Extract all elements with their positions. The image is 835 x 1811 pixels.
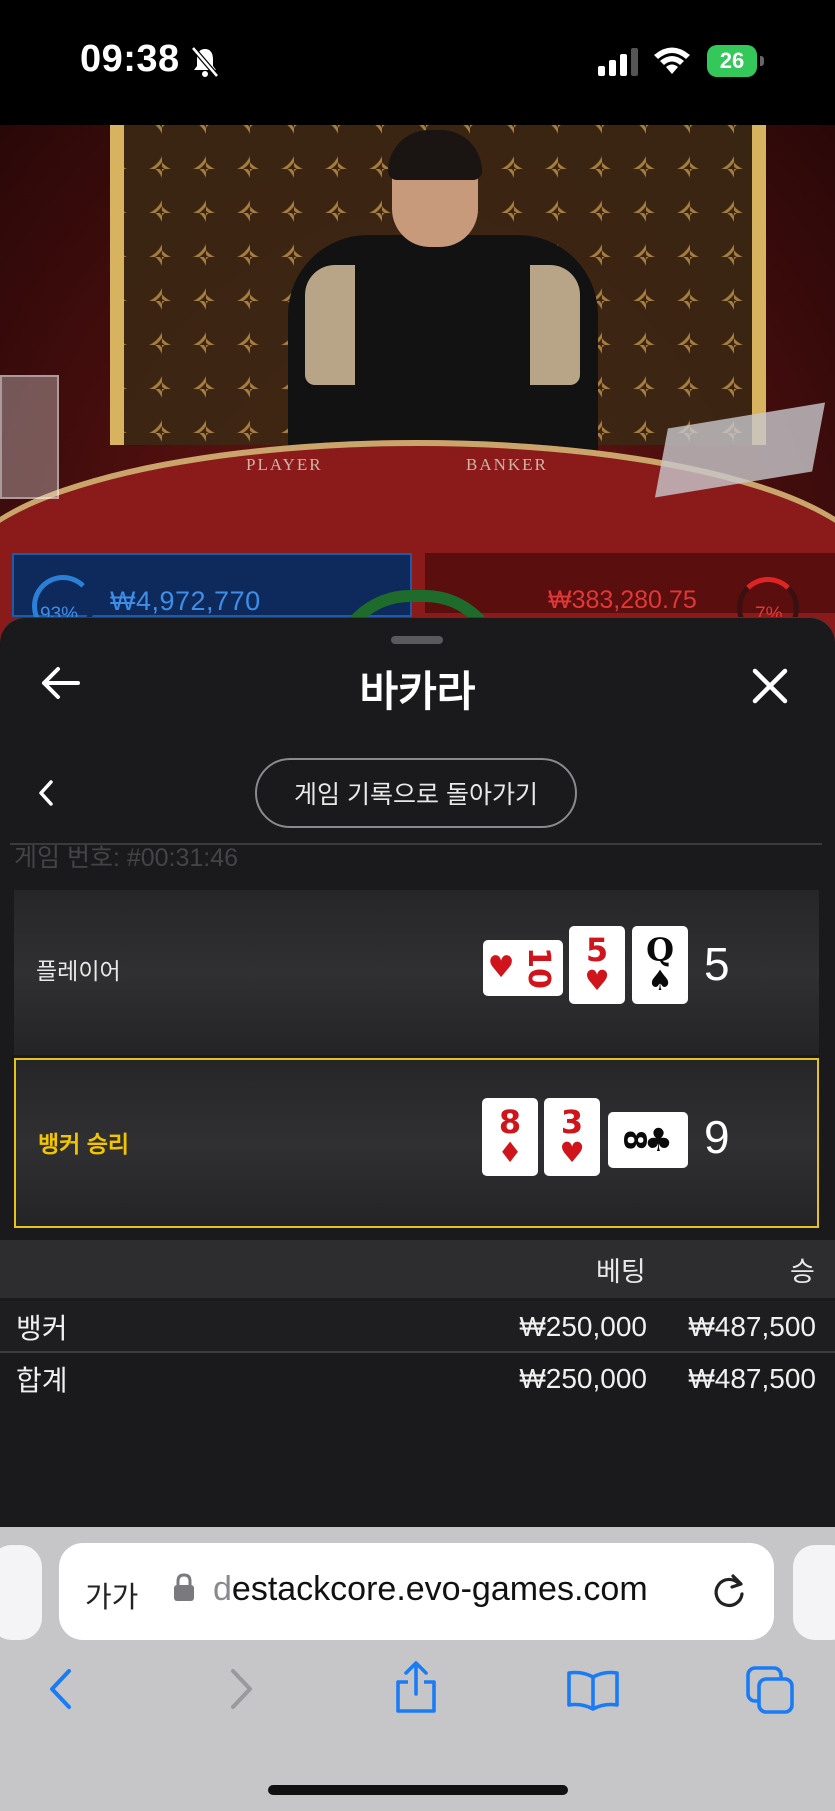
- table-banker-label: BANKER: [466, 455, 548, 474]
- column-bet: 베팅: [596, 1257, 646, 1287]
- previous-tab-preview[interactable]: [0, 1545, 42, 1640]
- total-win-amount: ₩487,500: [688, 1363, 816, 1394]
- browser-toolbar: 가가 destackcore.evo-games.com: [0, 1527, 835, 1811]
- page-settings-button[interactable]: 가가: [85, 1574, 138, 1616]
- battery-level: 26: [707, 45, 757, 77]
- bookmarks-icon[interactable]: [566, 1669, 620, 1711]
- address-bar[interactable]: 가가 destackcore.evo-games.com: [59, 1543, 774, 1640]
- tabs-icon[interactable]: [745, 1665, 795, 1715]
- divider: [10, 843, 822, 845]
- bets-table-header: 베팅 승: [0, 1240, 835, 1298]
- table-player-label: PLAYER: [246, 455, 323, 474]
- banker-total-amount: ₩383,280.75: [548, 586, 697, 614]
- reload-icon[interactable]: [711, 1572, 747, 1610]
- back-to-history-button[interactable]: 게임 기록으로 돌아가기: [255, 758, 577, 828]
- sheet-title: 바카라: [359, 668, 476, 715]
- playing-card: Q ♠: [632, 926, 688, 1004]
- player-hand-row: 플레이어 ♥ 10 5 ♥ Q ♠ 5: [14, 890, 819, 1055]
- cellular-signal-icon: [598, 48, 638, 76]
- back-icon[interactable]: [46, 1667, 76, 1711]
- bell-muted-icon: [191, 46, 219, 78]
- forward-icon[interactable]: [226, 1667, 256, 1711]
- home-indicator[interactable]: [268, 1785, 568, 1795]
- status-bar: 09:38 26: [0, 0, 835, 125]
- total-label: 합계: [16, 1365, 68, 1396]
- player-hand-label: 플레이어: [36, 958, 121, 984]
- battery-icon: 26: [707, 45, 764, 77]
- playing-card: 8 ♣: [608, 1112, 688, 1168]
- banker-result-label: 뱅커 승리: [38, 1131, 130, 1157]
- win-amount: ₩487,500: [688, 1311, 816, 1342]
- playing-card: 3 ♥: [544, 1098, 600, 1176]
- total-bet-amount: ₩250,000: [519, 1363, 647, 1394]
- playing-card: 5 ♥: [569, 926, 625, 1004]
- game-history-sheet: 바카라 게임 기록으로 돌아가기 게임 번호: #00:31:46 플레이어 ♥…: [0, 617, 835, 1528]
- chevron-left-icon[interactable]: [36, 778, 56, 808]
- next-tab-preview[interactable]: [793, 1545, 835, 1640]
- playing-card: 8 ♦: [482, 1098, 538, 1176]
- player-total-amount: ₩4,972,770: [110, 586, 261, 616]
- wifi-icon: [654, 47, 690, 74]
- status-time: 09:38: [80, 38, 180, 80]
- column-win: 승: [790, 1257, 815, 1287]
- banker-hand-row: 뱅커 승리 8 ♦ 3 ♥ 8 ♣ 9: [14, 1058, 819, 1228]
- url-text[interactable]: destackcore.evo-games.com: [213, 1570, 648, 1609]
- table-row: 뱅커 ₩250,000 ₩487,500: [0, 1301, 835, 1353]
- table-row-total: 합계 ₩250,000 ₩487,500: [0, 1353, 835, 1403]
- banker-hand-total: 9: [704, 1111, 730, 1163]
- bet-amount: ₩250,000: [519, 1311, 647, 1342]
- sheet-drag-handle[interactable]: [391, 636, 443, 644]
- close-icon[interactable]: [752, 668, 788, 704]
- share-icon[interactable]: [393, 1660, 439, 1714]
- bet-name: 뱅커: [16, 1313, 68, 1344]
- player-hand-total: 5: [704, 938, 730, 990]
- lock-icon: [174, 1573, 194, 1601]
- playing-card: ♥ 10: [483, 940, 563, 996]
